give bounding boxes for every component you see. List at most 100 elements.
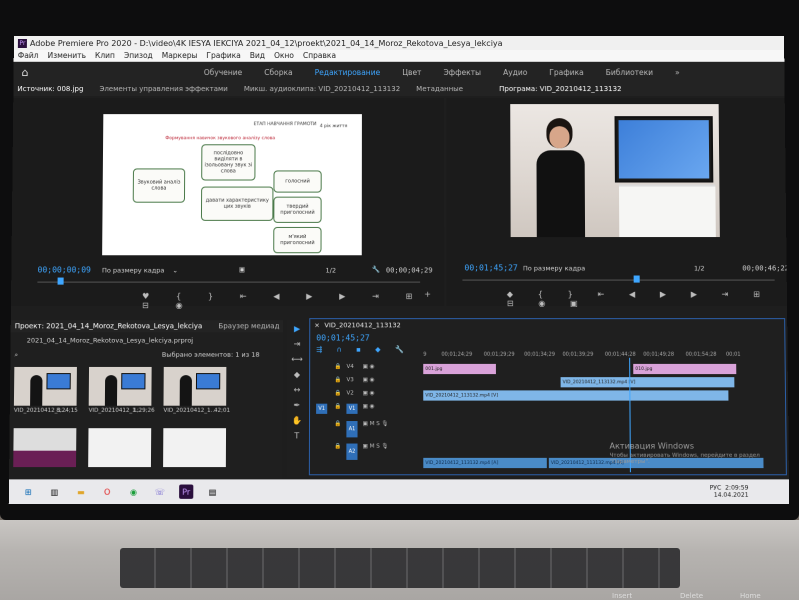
program-monitor: 00;01;45;27 По размеру кадра 1/2 00;00;4… (446, 98, 789, 308)
menu-view[interactable]: Вид (250, 51, 265, 60)
timeline-timecode[interactable]: 00;01;45;27 (316, 333, 369, 342)
source-timecode[interactable]: 00;00;00;09 (38, 265, 91, 274)
title-bar: Pr Adobe Premiere Pro 2020 - D:\video\4K… (13, 36, 785, 50)
workspace-libraries[interactable]: Библиотеки (606, 68, 653, 77)
tray-date[interactable]: 14.04.2021 (710, 492, 749, 499)
program-playhead[interactable] (633, 275, 640, 283)
tab-media-browser[interactable]: Браузер медиад (218, 322, 279, 330)
keyboard (120, 548, 680, 588)
project-thumb-4[interactable] (13, 428, 77, 468)
menu-edit[interactable]: Изменить (47, 51, 86, 60)
tab-project[interactable]: Проект: 2021_04_14_Moroz_Rekotova_Lesya_… (15, 322, 203, 330)
project-thumb-6[interactable] (163, 428, 227, 468)
menu-markers[interactable]: Маркеры (162, 51, 198, 60)
slip-icon[interactable]: ↔ (294, 385, 301, 394)
windows-start-icon[interactable]: ⊞ (21, 485, 35, 499)
track-v2[interactable]: 🔒 V2 ▣ ◉ (314, 390, 415, 401)
source-monitor: ЕТАП НАВЧАННЯ ГРАМОТИ 4 рік життя Формув… (10, 98, 445, 310)
opera-icon[interactable]: O (100, 485, 114, 499)
viber-icon[interactable]: ☏ (153, 485, 167, 499)
workspace-color[interactable]: Цвет (402, 68, 421, 77)
ripple-edit-icon[interactable]: ⟷ (291, 355, 303, 364)
menu-graphics[interactable]: Графика (206, 51, 240, 60)
pen-icon[interactable]: ✒ (294, 401, 301, 410)
tick-0: 9 (423, 351, 427, 358)
project-thumb-2[interactable] (88, 366, 152, 406)
file-explorer-icon[interactable]: ▬ (74, 485, 88, 499)
workspace-more-icon[interactable]: » (675, 68, 680, 77)
project-thumb-5[interactable] (88, 428, 152, 468)
tab-program[interactable]: Програма: VID_20210412_113132 (499, 85, 621, 93)
source-transport[interactable]: ♥ { } ⇤ ◀ ▶ ▶ ⇥ ⊞ ⊟ ◉ (142, 292, 444, 310)
project-file: 2021_04_14_Moroz_Rekotova_Lesya_lekciya.… (26, 336, 194, 345)
razor-icon[interactable]: ◆ (294, 370, 300, 379)
chevron-down-icon[interactable]: ⌄ (172, 266, 178, 274)
premiere-taskbar-icon[interactable]: Pr (179, 484, 194, 499)
taskbar: ⊞ ▥ ▬ O ◉ ☏ Pr ▤ (8, 479, 790, 505)
add-button-icon[interactable]: + (424, 290, 431, 299)
track-v4[interactable]: 🔒 V4 ▣ ◉ (314, 364, 415, 375)
track-select-icon[interactable]: ⇥ (294, 339, 301, 348)
type-icon[interactable]: T (294, 431, 299, 440)
menu-sequence[interactable]: Эпизод (124, 51, 153, 60)
tray-time[interactable]: 2:09:59 (725, 485, 749, 492)
menu-help[interactable]: Справка (303, 51, 336, 60)
project-thumb-3[interactable] (163, 366, 227, 406)
tab-audio-mixer[interactable]: Микш. аудиоклипа: VID_20210412_113132 (244, 85, 400, 93)
program-transport[interactable]: ◆ { } ⇤ ◀ ▶ ▶ ⇥ ⊞ ⊟ ◉ ▣ (507, 290, 787, 308)
wrench-icon[interactable]: 🔧 (372, 265, 380, 273)
task-view-icon[interactable]: ▥ (47, 485, 61, 499)
menu-bar: Файл Изменить Клип Эпизод Маркеры График… (13, 49, 785, 63)
selection-tool-icon[interactable]: ▶ (294, 324, 300, 333)
source-ratio[interactable]: 1/2 (325, 266, 336, 274)
track-a1[interactable]: 🔒 A1 ▣ M S 🎙 (314, 421, 415, 439)
project-selected: Выбрано элементов: 1 из 18 (161, 350, 260, 359)
program-scrubber[interactable] (462, 279, 775, 281)
home-icon[interactable]: ⌂ (22, 66, 34, 79)
timeline-toolbar[interactable]: ⇶ ∩ ▪ ◆ 🔧 (316, 346, 410, 354)
activation-title: Активация Windows (609, 441, 695, 451)
timeline-tab[interactable]: VID_20210412_113132 (324, 321, 400, 329)
menu-clip[interactable]: Клип (95, 51, 115, 60)
source-slide: ЕТАП НАВЧАННЯ ГРАМОТИ 4 рік життя Формув… (102, 114, 362, 256)
safe-margins-icon[interactable]: ▣ (239, 265, 245, 273)
menu-file[interactable]: Файл (18, 51, 39, 60)
program-ratio[interactable]: 1/2 (694, 264, 705, 272)
close-icon[interactable]: × (314, 321, 320, 329)
project-thumb-1[interactable] (13, 366, 77, 406)
tools-panel: ▶ ⇥ ⟷ ◆ ↔ ✒ ✋ T (286, 320, 308, 478)
slide-r3: м'який приголосний (273, 226, 322, 254)
tray-lang[interactable]: РУС (710, 485, 722, 492)
tab-effect-controls[interactable]: Элементы управления эффектами (99, 85, 227, 93)
track-v1[interactable]: V1 🔒 V1 ▣ ◉ (314, 403, 415, 415)
program-fit-select[interactable]: По размеру кадра (523, 264, 585, 272)
clip-image-2[interactable]: 010.jpg (633, 363, 737, 375)
tab-source[interactable]: Источник: 008.jpg (17, 85, 83, 93)
workspace-audio[interactable]: Аудио (503, 68, 527, 77)
key-insert: Insert (612, 592, 633, 600)
premiere-logo-icon: Pr (17, 38, 27, 48)
tab-metadata[interactable]: Метаданные (416, 85, 463, 93)
source-scrubber[interactable] (37, 281, 421, 283)
track-v3[interactable]: 🔒 V3 ▣ ◉ (314, 377, 415, 388)
clip-audio-1[interactable]: VID_20210412_113132.mp4 [A] (423, 457, 547, 469)
workspace-effects[interactable]: Эффекты (443, 68, 481, 77)
chrome-icon[interactable]: ◉ (126, 485, 140, 499)
workspace-editing[interactable]: Редактирование (315, 68, 381, 77)
menu-window[interactable]: Окно (274, 51, 294, 60)
search-icon[interactable]: ⌕ (14, 351, 22, 359)
program-timecode[interactable]: 00;01;45;27 (464, 263, 517, 272)
clip-image-1[interactable]: 001.jpg (423, 363, 496, 375)
clip-video-top[interactable]: VID_20210412_113132.mp4 [V] (560, 377, 735, 388)
workspace-assembly[interactable]: Сборка (264, 68, 292, 77)
track-a2[interactable]: 🔒 A2 ▣ M S 🎙 (314, 443, 415, 462)
clip-video-main[interactable]: VID_20210412_113132.mp4 [V] (423, 390, 729, 401)
hand-icon[interactable]: ✋ (292, 416, 302, 425)
thumb-1-dur: 8;24;15 (56, 407, 78, 414)
source-fit-select[interactable]: По размеру кадра (102, 266, 164, 274)
workspace-graphics[interactable]: Графика (549, 68, 583, 77)
photos-icon[interactable]: ▤ (205, 485, 219, 499)
workspace-learning[interactable]: Обучение (204, 68, 242, 77)
activation-subtitle: Чтобы активировать Windows, перейдите в … (609, 452, 760, 466)
source-playhead[interactable] (57, 277, 64, 285)
